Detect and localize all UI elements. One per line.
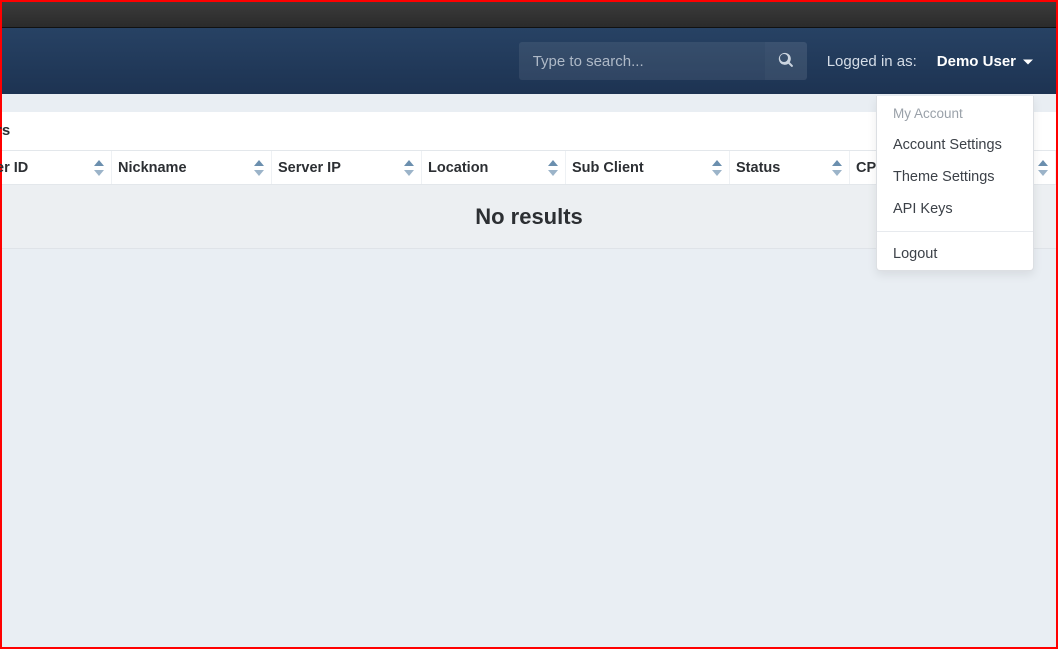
column-label: Status	[736, 160, 780, 176]
sort-icon[interactable]	[403, 160, 415, 176]
menu-item-theme-settings[interactable]: Theme Settings	[877, 161, 1033, 193]
column-header-status[interactable]: Status	[730, 151, 850, 184]
menu-item-account-settings[interactable]: Account Settings	[877, 129, 1033, 161]
column-label: Sub Client	[572, 160, 644, 176]
panel-title: rs	[0, 122, 10, 139]
column-label: Server IP	[278, 160, 341, 176]
menu-item-logout[interactable]: Logout	[877, 238, 1033, 270]
dropdown-divider	[877, 231, 1033, 232]
user-name: Demo User	[937, 53, 1016, 70]
dropdown-section-label: My Account	[877, 96, 1033, 129]
user-dropdown-menu: My Account Account Settings Theme Settin…	[876, 96, 1034, 271]
top-navbar: Logged in as: Demo User	[2, 28, 1056, 94]
sort-icon[interactable]	[1037, 160, 1049, 176]
sort-icon[interactable]	[93, 160, 105, 176]
sort-icon[interactable]	[831, 160, 843, 176]
search-icon	[778, 52, 794, 71]
column-label: Nickname	[118, 160, 187, 176]
empty-state-text: No results	[475, 204, 583, 230]
column-label: Location	[428, 160, 488, 176]
search-button[interactable]	[765, 42, 807, 80]
column-header-id[interactable]: er ID	[0, 151, 112, 184]
sort-icon[interactable]	[711, 160, 723, 176]
logged-in-label: Logged in as:	[827, 53, 917, 70]
user-menu-trigger[interactable]: Demo User	[937, 53, 1034, 70]
chevron-down-icon	[1022, 55, 1034, 67]
search-group	[519, 42, 807, 80]
search-input[interactable]	[519, 42, 765, 80]
window-titlebar	[2, 2, 1056, 28]
column-label: er ID	[0, 160, 28, 176]
sort-icon[interactable]	[547, 160, 559, 176]
column-header-nickname[interactable]: Nickname	[112, 151, 272, 184]
menu-item-api-keys[interactable]: API Keys	[877, 193, 1033, 225]
column-header-sub-client[interactable]: Sub Client	[566, 151, 730, 184]
column-header-location[interactable]: Location	[422, 151, 566, 184]
column-header-server-ip[interactable]: Server IP	[272, 151, 422, 184]
sort-icon[interactable]	[253, 160, 265, 176]
